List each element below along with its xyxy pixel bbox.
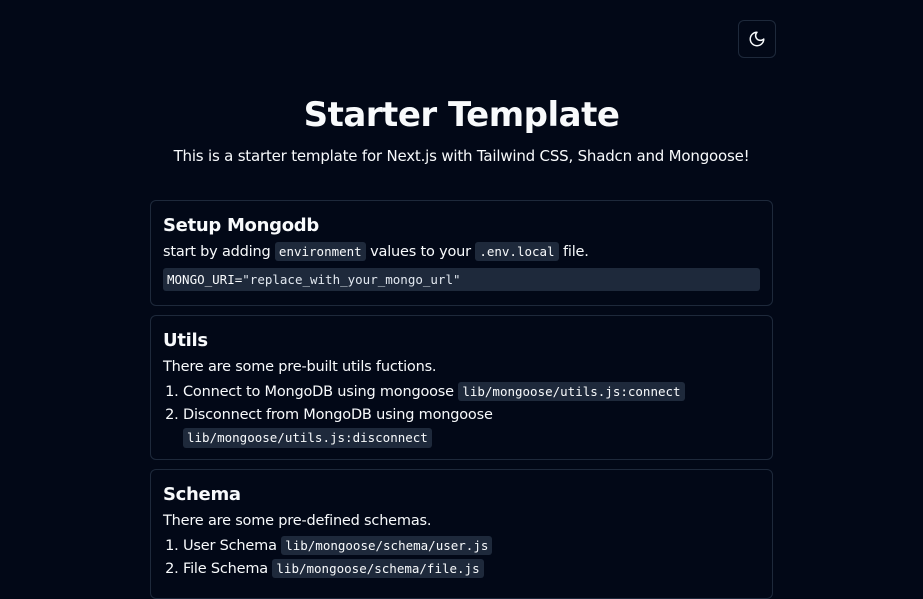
list-item: File Schema lib/mongoose/schema/file.js: [183, 558, 760, 580]
setup-text-after: file.: [563, 244, 589, 260]
schema-list: User Schema lib/mongoose/schema/user.js …: [163, 535, 760, 580]
list-item-label: User Schema: [183, 538, 277, 554]
setup-instructions: start by adding environment values to yo…: [163, 241, 760, 263]
list-item: User Schema lib/mongoose/schema/user.js: [183, 535, 760, 557]
inline-code: lib/mongoose/utils.js:connect: [458, 382, 685, 401]
code-key: MONGO_URI: [167, 272, 235, 287]
setup-mongodb-card: Setup Mongodb start by adding environmen…: [150, 200, 773, 306]
inline-code: lib/mongoose/schema/file.js: [272, 559, 484, 578]
inline-code: lib/mongoose/utils.js:disconnect: [183, 428, 432, 448]
setup-text-before: start by adding: [163, 244, 271, 260]
schema-description: There are some pre-defined schemas.: [163, 513, 432, 529]
setup-text-middle: values to your: [370, 244, 471, 260]
page-title: Starter Template: [303, 95, 620, 135]
env-code-block: MONGO_URI="replace_with_your_mongo_url": [163, 268, 760, 291]
utils-description: There are some pre-built utils fuctions.: [163, 359, 437, 375]
inline-code-env-file: .env.local: [475, 242, 559, 261]
list-item-label: Disconnect from MongoDB using mongoose: [183, 407, 493, 423]
schema-card: Schema There are some pre-defined schema…: [150, 469, 773, 599]
card-title: Schema: [163, 484, 241, 505]
page-subtitle: This is a starter template for Next.js w…: [173, 147, 750, 165]
theme-toggle-button[interactable]: [738, 20, 776, 58]
list-item-label: Connect to MongoDB using mongoose: [183, 384, 454, 400]
code-value: "replace_with_your_mongo_url": [242, 272, 461, 287]
inline-code: lib/mongoose/schema/user.js: [281, 536, 493, 555]
utils-card: Utils There are some pre-built utils fuc…: [150, 315, 773, 460]
moon-icon: [748, 30, 766, 48]
card-title: Setup Mongodb: [163, 215, 319, 236]
utils-list: Connect to MongoDB using mongoose lib/mo…: [163, 381, 760, 449]
list-item: Connect to MongoDB using mongoose lib/mo…: [183, 381, 760, 403]
list-item-label: File Schema: [183, 561, 268, 577]
card-title: Utils: [163, 330, 208, 351]
inline-code-environment: environment: [274, 242, 366, 261]
list-item: Disconnect from MongoDB using mongoose l…: [183, 404, 760, 449]
